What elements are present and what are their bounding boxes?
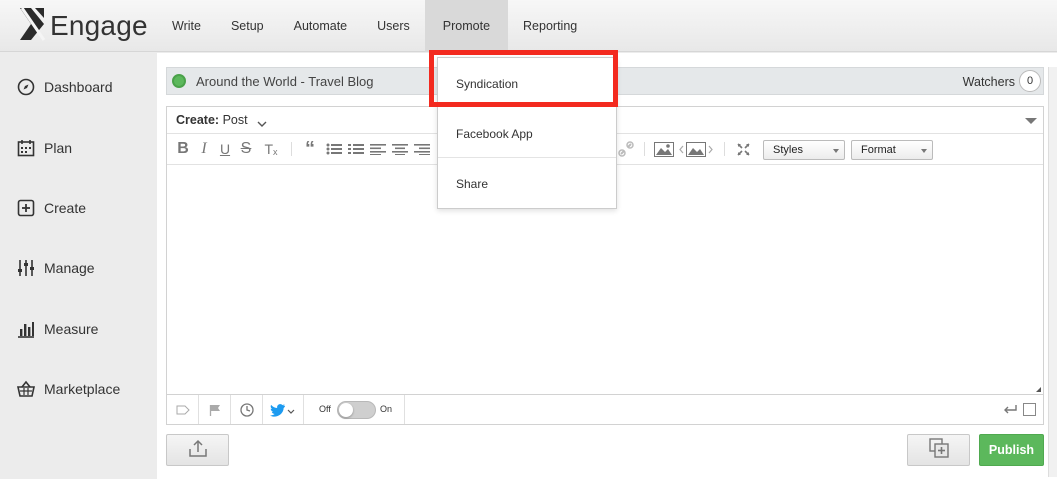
align-center-icon[interactable] bbox=[392, 140, 408, 158]
sidebar-item-marketplace[interactable]: Marketplace bbox=[16, 377, 120, 401]
basket-icon bbox=[16, 379, 36, 399]
toggle-off-label: Off bbox=[319, 404, 331, 414]
toolbar-divider bbox=[644, 142, 645, 156]
bar-chart-icon bbox=[16, 319, 36, 339]
nav-setup[interactable]: Setup bbox=[216, 0, 279, 52]
sidebar-item-label: Marketplace bbox=[44, 381, 121, 397]
sliders-icon bbox=[16, 258, 36, 278]
upload-button[interactable] bbox=[166, 434, 229, 466]
tag-icon[interactable] bbox=[167, 395, 199, 424]
resize-handle-icon[interactable] bbox=[1036, 387, 1041, 392]
toolbar-divider bbox=[724, 142, 725, 156]
toggle-on-label: On bbox=[380, 404, 393, 414]
styles-select[interactable]: Styles bbox=[763, 140, 845, 160]
create-type-selector[interactable]: Create: Post bbox=[176, 113, 248, 127]
align-left-icon[interactable] bbox=[370, 140, 386, 158]
plus-square-icon bbox=[16, 198, 36, 218]
sidebar-item-label: Manage bbox=[44, 260, 95, 276]
menu-divider bbox=[438, 157, 616, 158]
image-gallery-icon[interactable] bbox=[678, 140, 714, 158]
bulleted-list-icon[interactable] bbox=[326, 140, 342, 158]
sidebar: Dashboard Plan Create Manage Measure Mar… bbox=[0, 53, 157, 479]
unlink-icon[interactable] bbox=[618, 140, 634, 158]
styles-select-value: Styles bbox=[773, 144, 803, 156]
top-bar: Engage Write Setup Automate Users Promot… bbox=[0, 0, 1057, 52]
chevron-down-icon bbox=[921, 149, 927, 153]
watchers-label: Watchers bbox=[962, 75, 1015, 89]
sidebar-item-label: Measure bbox=[44, 321, 99, 337]
highlight-box bbox=[429, 50, 618, 107]
compass-icon bbox=[16, 77, 36, 97]
maximize-icon[interactable] bbox=[736, 140, 750, 158]
underline-icon[interactable]: U bbox=[219, 140, 231, 158]
toolbar-divider bbox=[291, 142, 292, 156]
numbered-list-icon[interactable] bbox=[348, 140, 364, 158]
nav-write[interactable]: Write bbox=[157, 0, 216, 52]
nav-reporting[interactable]: Reporting bbox=[508, 0, 592, 52]
twitter-icon[interactable] bbox=[263, 395, 304, 424]
italic-icon[interactable]: I bbox=[198, 140, 210, 158]
format-select[interactable]: Format bbox=[851, 140, 933, 160]
checkbox[interactable] bbox=[1023, 403, 1036, 416]
strikethrough-icon[interactable]: S bbox=[240, 140, 252, 158]
bold-icon[interactable]: B bbox=[176, 140, 190, 158]
engage-logo-icon bbox=[18, 6, 46, 47]
sidebar-item-measure[interactable]: Measure bbox=[16, 317, 98, 341]
flag-icon[interactable] bbox=[199, 395, 231, 424]
publish-toggle-group: Off On bbox=[304, 395, 405, 424]
duplicate-button[interactable] bbox=[907, 434, 970, 466]
chevron-down-icon[interactable] bbox=[257, 115, 267, 133]
upload-icon bbox=[188, 439, 207, 462]
nav-automate[interactable]: Automate bbox=[279, 0, 363, 52]
create-type-value: Post bbox=[222, 113, 248, 127]
sidebar-item-dashboard[interactable]: Dashboard bbox=[16, 75, 113, 99]
sidebar-item-manage[interactable]: Manage bbox=[16, 256, 95, 280]
logo[interactable]: Engage bbox=[18, 6, 148, 47]
sidebar-item-label: Create bbox=[44, 200, 87, 216]
image-icon[interactable] bbox=[654, 140, 674, 158]
scrollbar[interactable] bbox=[1048, 67, 1057, 477]
publish-toggle[interactable] bbox=[337, 401, 376, 419]
create-label: Create: bbox=[176, 113, 220, 127]
blockquote-icon[interactable]: “ bbox=[301, 138, 319, 160]
format-select-value: Format bbox=[861, 144, 896, 156]
chevron-down-icon bbox=[833, 149, 839, 153]
main-nav: Write Setup Automate Users Promote Repor… bbox=[157, 0, 592, 52]
watchers-count[interactable]: 0 bbox=[1019, 70, 1041, 92]
sidebar-item-label: Dashboard bbox=[44, 79, 113, 95]
menu-item-facebook-app[interactable]: Facebook App bbox=[456, 127, 533, 141]
logo-text: Engage bbox=[50, 10, 148, 41]
sidebar-item-label: Plan bbox=[44, 140, 73, 156]
publish-button[interactable]: Publish bbox=[979, 434, 1044, 466]
editor-bottom-bar: Off On bbox=[166, 395, 1044, 425]
collapse-triangle-icon[interactable] bbox=[1025, 118, 1037, 124]
nav-users[interactable]: Users bbox=[362, 0, 425, 52]
nav-promote[interactable]: Promote bbox=[424, 0, 509, 52]
clock-icon[interactable] bbox=[231, 395, 263, 424]
status-indicator bbox=[172, 74, 186, 88]
align-right-icon[interactable] bbox=[414, 140, 430, 158]
sidebar-item-plan[interactable]: Plan bbox=[16, 136, 72, 160]
toggle-knob bbox=[339, 403, 353, 417]
calendar-icon bbox=[16, 138, 36, 158]
blog-title[interactable]: Around the World - Travel Blog bbox=[196, 74, 374, 89]
return-arrow-icon[interactable] bbox=[1003, 403, 1017, 421]
menu-item-share[interactable]: Share bbox=[456, 177, 488, 191]
sidebar-item-create[interactable]: Create bbox=[16, 196, 86, 220]
clear-format-icon[interactable]: Tx bbox=[262, 140, 280, 158]
duplicate-icon bbox=[928, 437, 949, 463]
